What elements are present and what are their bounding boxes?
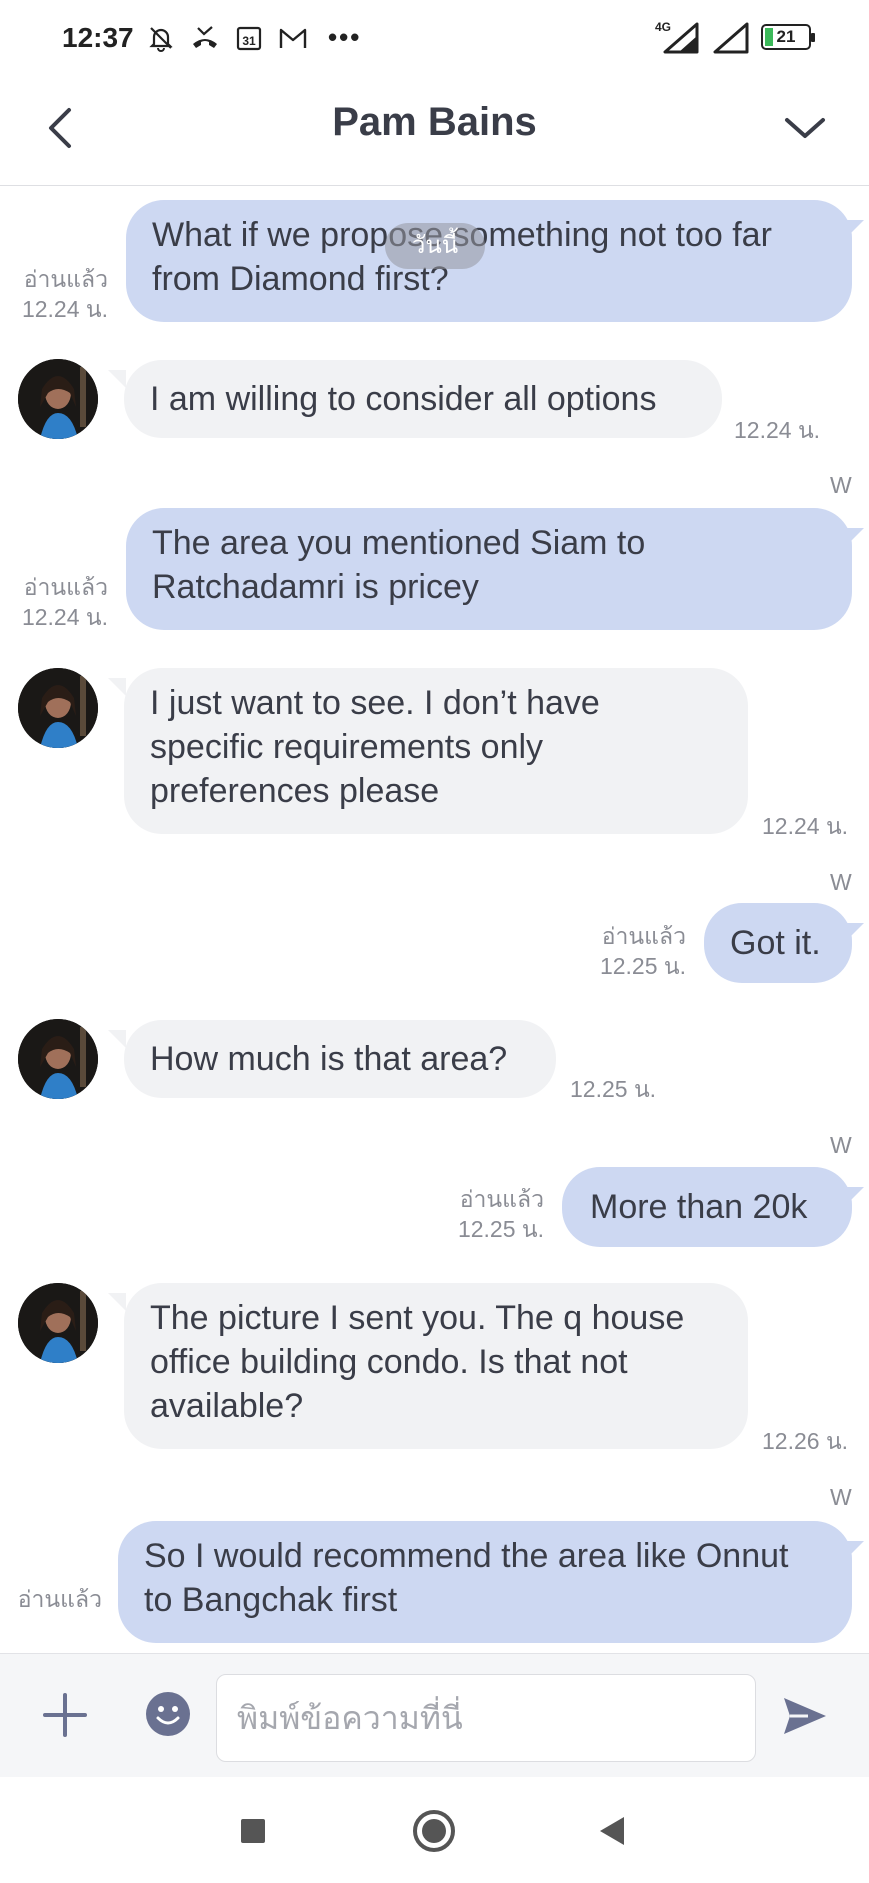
composer-bar — [0, 1653, 869, 1777]
message-text: Got it. — [730, 924, 821, 962]
collapse-menu-button[interactable] — [775, 98, 835, 158]
message-text: How much is that area? — [150, 1040, 508, 1078]
incoming-message-bubble[interactable]: I am willing to consider all options — [124, 360, 722, 438]
muted-bell-icon — [146, 23, 176, 53]
contact-avatar[interactable] — [18, 1283, 98, 1363]
message-meta: อ่านแล้ว — [10, 1584, 102, 1614]
system-status: 4G 21 — [655, 20, 815, 54]
outgoing-message-bubble[interactable]: More than 20k — [562, 1167, 852, 1247]
message-list[interactable]: อ่านแล้ว 12.24 น. What if we propose som… — [0, 187, 869, 1653]
bubble-tail — [108, 1030, 126, 1048]
signal-icon — [713, 22, 749, 54]
message-time: 12.25 น. — [570, 1076, 657, 1102]
nav-back-button[interactable] — [588, 1807, 636, 1855]
notification-icons: 31 ••• — [146, 22, 361, 53]
bubble-tail — [846, 1187, 864, 1205]
network-type: 4G — [655, 20, 672, 34]
read-receipt: อ่านแล้ว — [23, 266, 108, 292]
attach-button[interactable] — [40, 1690, 90, 1740]
bubble-tail — [108, 370, 126, 388]
message-meta: อ่านแล้ว 12.24 น. — [10, 264, 108, 324]
message-text: The area you mentioned Siam to Ratchadam… — [152, 524, 646, 606]
plus-icon — [43, 1693, 87, 1737]
bubble-tail — [846, 528, 864, 546]
message-text: More than 20k — [590, 1188, 808, 1226]
bubble-tail — [846, 1541, 864, 1559]
sender-mark: W — [830, 472, 852, 498]
message-meta: อ่านแล้ว 12.24 น. — [10, 572, 108, 632]
more-notifications-icon: ••• — [328, 22, 362, 52]
sender-mark: W — [830, 1132, 852, 1158]
chat-header: Pam Bains — [0, 78, 869, 186]
contact-avatar[interactable] — [18, 1019, 98, 1099]
sender-mark: W — [830, 1484, 852, 1510]
outgoing-message-bubble[interactable]: So I would recommend the area like Onnut… — [118, 1521, 852, 1643]
square-icon — [241, 1819, 265, 1843]
read-receipt: อ่านแล้ว — [601, 923, 686, 949]
home-circle-icon — [413, 1810, 455, 1852]
missed-call-icon — [190, 23, 220, 53]
system-nav-bar — [0, 1777, 869, 1883]
battery-level — [765, 28, 773, 46]
back-triangle-icon — [600, 1817, 624, 1845]
avatar-photo — [18, 1283, 98, 1363]
read-receipt: อ่านแล้ว — [17, 1586, 102, 1612]
message-text: I am willing to consider all options — [150, 380, 657, 418]
send-icon — [784, 1698, 826, 1734]
incoming-message-bubble[interactable]: The picture I sent you. The q house offi… — [124, 1283, 748, 1449]
avatar-photo — [18, 359, 98, 439]
bubble-tail — [108, 678, 126, 696]
outgoing-message-bubble[interactable]: Got it. — [704, 903, 852, 983]
message-meta: อ่านแล้ว 12.25 น. — [570, 921, 686, 981]
message-time: 12.24 น. — [21, 604, 108, 630]
incoming-message-bubble[interactable]: How much is that area? — [124, 1020, 556, 1098]
contact-avatar[interactable] — [18, 359, 98, 439]
chevron-down-icon — [785, 118, 825, 138]
outgoing-message-bubble[interactable]: The area you mentioned Siam to Ratchadam… — [126, 508, 852, 630]
read-receipt: อ่านแล้ว — [23, 574, 108, 600]
emoji-icon — [146, 1692, 190, 1736]
recents-button[interactable] — [229, 1807, 277, 1855]
sender-mark: W — [830, 869, 852, 895]
status-time: 12:37 — [62, 22, 134, 53]
avatar-photo — [18, 1019, 98, 1099]
message-text: What if we propose something not too far… — [152, 216, 772, 298]
send-button[interactable] — [780, 1692, 828, 1740]
status-bar: 12:37 31 ••• 4G 21 — [0, 0, 869, 78]
battery-icon: 21 — [761, 24, 815, 50]
avatar-photo — [18, 668, 98, 748]
date-divider: วันนี้ — [385, 223, 485, 269]
gmail-icon — [278, 23, 308, 53]
bubble-tail — [846, 220, 864, 238]
message-time: 12.24 น. — [734, 417, 821, 443]
message-time: 12.24 น. — [762, 813, 849, 839]
message-input[interactable] — [216, 1674, 756, 1762]
calendar-icon: 31 — [234, 23, 264, 53]
message-meta: อ่านแล้ว 12.25 น. — [428, 1184, 544, 1244]
incoming-message-bubble[interactable]: I just want to see. I don’t have specifi… — [124, 668, 748, 834]
message-time: 12.25 น. — [457, 1216, 544, 1242]
outgoing-message-bubble[interactable]: What if we propose something not too far… — [126, 200, 852, 322]
contact-avatar[interactable] — [18, 668, 98, 748]
message-time: 12.25 น. — [599, 953, 686, 979]
network-indicator: 4G — [655, 20, 701, 54]
calendar-day: 31 — [242, 34, 256, 48]
battery-percent: 21 — [776, 27, 796, 46]
home-button[interactable] — [410, 1807, 458, 1855]
message-time: 12.24 น. — [21, 296, 108, 322]
read-receipt: อ่านแล้ว — [459, 1186, 544, 1212]
bubble-tail — [108, 1293, 126, 1311]
message-time: 12.26 น. — [762, 1428, 849, 1454]
message-text: The picture I sent you. The q house offi… — [150, 1299, 685, 1425]
emoji-button[interactable] — [145, 1691, 191, 1737]
message-text: So I would recommend the area like Onnut… — [144, 1537, 789, 1619]
message-text: I just want to see. I don’t have specifi… — [150, 684, 600, 810]
chat-title: Pam Bains — [332, 100, 537, 144]
bubble-tail — [846, 923, 864, 941]
